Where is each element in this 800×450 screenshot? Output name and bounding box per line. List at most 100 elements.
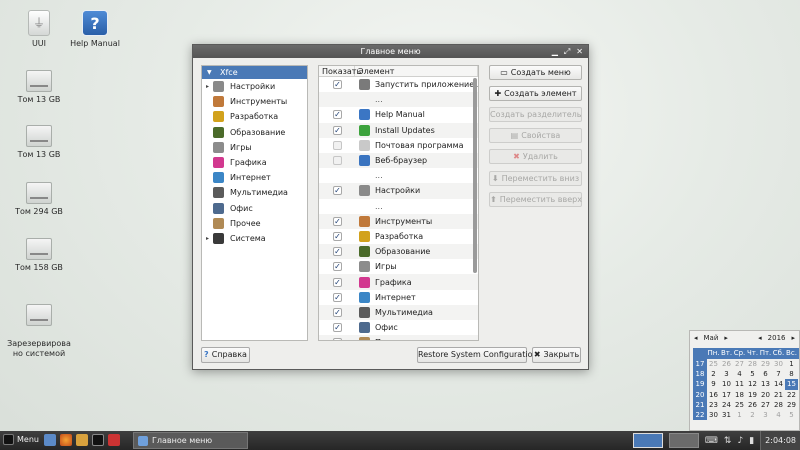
calendar-day[interactable]: 25	[707, 359, 720, 369]
calendar-day[interactable]: 21	[772, 390, 785, 400]
list-item[interactable]: ✓ Мультимедиа	[319, 304, 478, 320]
power-icon[interactable]: ▮	[749, 436, 754, 446]
show-checkbox[interactable]: ✓	[333, 125, 342, 135]
desktop-icon-volume-4[interactable]: Том 158 GB	[2, 238, 76, 273]
calendar-day[interactable]: 23	[707, 400, 720, 410]
calendar-day[interactable]: 10	[720, 379, 733, 389]
move-up-button[interactable]: ⬆ Переместить вверх	[489, 192, 582, 207]
show-desktop-icon[interactable]	[44, 434, 56, 446]
prev-year-icon[interactable]: ◂	[758, 334, 762, 342]
calendar-day[interactable]: 8	[785, 369, 798, 379]
tree-item[interactable]: Игры	[202, 140, 307, 155]
show-checkbox[interactable]: ✓	[333, 292, 342, 302]
show-checkbox[interactable]: ✓	[333, 110, 342, 120]
tree-item[interactable]: Образование	[202, 125, 307, 140]
list-item[interactable]: ✓ Прочее	[319, 335, 478, 340]
list-item[interactable]: ...	[319, 199, 478, 214]
show-checkbox[interactable]: ✓	[333, 186, 342, 196]
list-item[interactable]: ✓ Игры	[319, 259, 478, 274]
calendar-day[interactable]: 11	[733, 379, 746, 389]
calendar-day[interactable]: 19	[746, 390, 759, 400]
desktop-icon-reserved[interactable]: Зарезервирова но системой	[2, 294, 76, 369]
network-icon[interactable]: ⇅	[724, 436, 732, 446]
tree-item[interactable]: ▸ Система	[202, 231, 307, 246]
calendar-day[interactable]: 24	[720, 400, 733, 410]
close-icon[interactable]: ✕	[576, 45, 583, 58]
list-item[interactable]: ✓ Разработка	[319, 229, 478, 244]
keyboard-icon[interactable]: ⌨	[705, 436, 718, 446]
show-checkbox[interactable]: ✓	[333, 80, 342, 90]
calendar-day[interactable]: 17	[720, 390, 733, 400]
expander-icon[interactable]: ▸	[206, 79, 209, 94]
minimize-icon[interactable]: ▁	[552, 45, 558, 58]
list-item[interactable]: ✓ Интернет	[319, 290, 478, 305]
desktop-icon-help-manual[interactable]: ? Help Manual	[58, 10, 132, 49]
file-manager-icon[interactable]	[76, 434, 88, 446]
show-checkbox[interactable]: ✓	[333, 338, 342, 340]
help-button[interactable]: ? Справка	[201, 347, 250, 363]
list-item[interactable]: ✓ Запустить приложение...	[319, 77, 478, 92]
taskbar-window-button[interactable]: Главное меню	[133, 432, 248, 449]
calendar-day[interactable]: 3	[759, 410, 772, 420]
restore-config-button[interactable]: Restore System Configuration	[417, 347, 538, 363]
workspace-1[interactable]	[632, 433, 663, 448]
list-item[interactable]: ✓ Help Manual	[319, 107, 478, 122]
create-item-button[interactable]: ✚ Создать элемент	[489, 86, 582, 101]
show-checkbox[interactable]: ✓	[333, 277, 342, 287]
calendar-day[interactable]: 6	[759, 369, 772, 379]
calendar-day[interactable]: 30	[707, 410, 720, 420]
create-separator-button[interactable]: Создать разделитель	[489, 107, 582, 122]
delete-button[interactable]: ✖ Удалить	[489, 149, 582, 164]
calendar-day[interactable]: 18	[733, 390, 746, 400]
column-header-show[interactable]: Показать	[319, 66, 361, 76]
show-checkbox[interactable]: ✓	[333, 307, 342, 317]
list-item[interactable]: ...	[319, 168, 478, 183]
desktop-icon-volume-2[interactable]: Том 13 GB	[2, 125, 76, 160]
chevron-down-icon[interactable]: ▼	[207, 66, 212, 79]
calendar-day[interactable]: 5	[785, 410, 798, 420]
clock[interactable]: 2:04:08	[760, 431, 800, 450]
list-item[interactable]: ...	[319, 92, 478, 108]
close-button[interactable]: ✖ Закрыть	[532, 347, 581, 363]
tree-item[interactable]: Графика	[202, 155, 307, 170]
calendar-day[interactable]: 28	[746, 359, 759, 369]
calendar-day[interactable]: 29	[785, 400, 798, 410]
calendar-day[interactable]: 26	[720, 359, 733, 369]
desktop-icon-volume-3[interactable]: Том 294 GB	[2, 182, 76, 217]
list-item[interactable]: ✓ Образование	[319, 244, 478, 260]
calendar-day[interactable]: 9	[707, 379, 720, 389]
calendar-day[interactable]: 2	[746, 410, 759, 420]
window-titlebar[interactable]: Главное меню ▁ ⤢ ✕	[193, 45, 588, 58]
tree-item[interactable]: ▸ Настройки	[202, 79, 307, 94]
scrollbar[interactable]	[473, 78, 477, 273]
next-year-icon[interactable]: ▸	[791, 334, 795, 342]
list-item[interactable]: ✓ Графика	[319, 274, 478, 290]
list-item[interactable]: ✓ Install Updates	[319, 122, 478, 138]
calendar-day[interactable]: 13	[759, 379, 772, 389]
list-item[interactable]: ✓ Офис	[319, 320, 478, 335]
calendar-day[interactable]: 26	[746, 400, 759, 410]
expander-icon[interactable]: ▸	[206, 231, 209, 246]
calendar-day[interactable]: 4	[772, 410, 785, 420]
workspace-2[interactable]	[668, 433, 699, 448]
calendar-day[interactable]: 2	[707, 369, 720, 379]
calendar-day[interactable]: 15	[785, 379, 798, 390]
terminal-icon[interactable]	[92, 434, 104, 446]
column-header-element[interactable]: Элемент	[355, 66, 478, 76]
prev-month-icon[interactable]: ◂	[694, 334, 698, 342]
list-item[interactable]: Веб-браузер	[319, 152, 478, 169]
calendar-day[interactable]: 27	[733, 359, 746, 369]
maximize-icon[interactable]: ⤢	[564, 45, 570, 58]
calendar-day[interactable]: 7	[772, 369, 785, 379]
firefox-icon[interactable]	[60, 434, 72, 446]
calendar-day[interactable]: 25	[733, 400, 746, 410]
calendar-day[interactable]: 5	[746, 369, 759, 379]
show-checkbox[interactable]: ✓	[333, 323, 342, 333]
tree-item[interactable]: Прочее	[202, 216, 307, 231]
show-checkbox[interactable]: ✓	[333, 262, 342, 272]
whisker-menu-button[interactable]: Menu	[3, 434, 39, 445]
calendar-day[interactable]: 30	[772, 359, 785, 369]
calendar-day[interactable]: 4	[733, 369, 746, 379]
calendar-day[interactable]: 29	[759, 359, 772, 369]
properties-button[interactable]: ▤ Свойства	[489, 128, 582, 143]
